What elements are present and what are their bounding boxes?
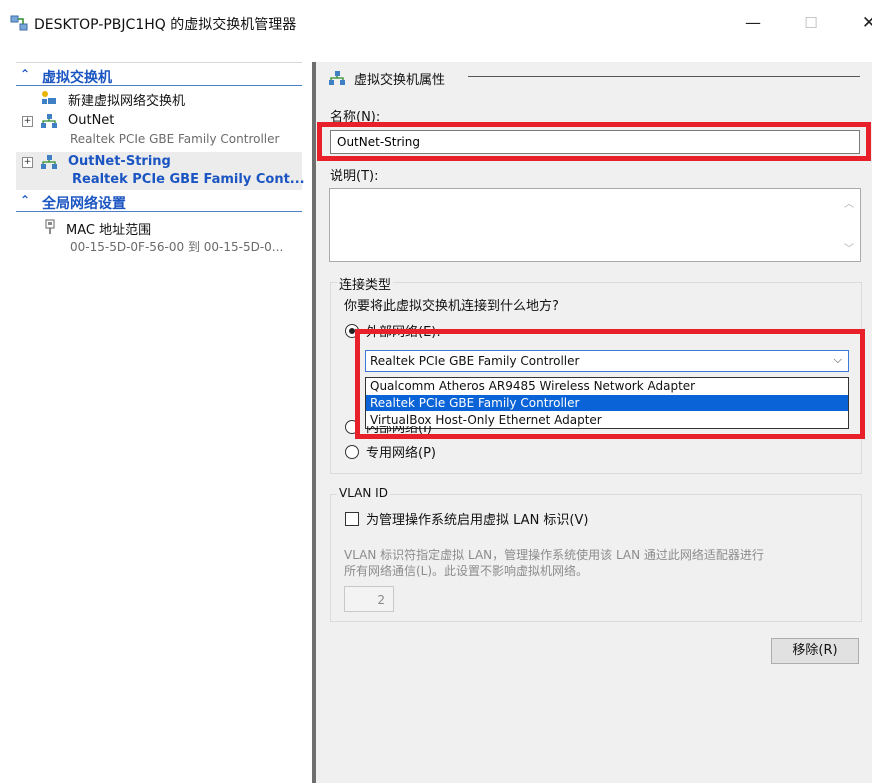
scroll-down-icon[interactable]: ﹀ [844, 240, 854, 255]
mac-address-range-item[interactable]: MAC 地址范围 00-15-5D-0F-56-00 到 00-15-5D-0.… [16, 217, 302, 257]
vlan-description: VLAN 标识符指定虚拟 LAN，管理操作系统使用该 LAN 通过此网络适配器进… [344, 548, 764, 562]
connection-question: 你要将此虚拟交换机连接到什么地方? [344, 299, 559, 314]
connection-type-title: 连接类型 [337, 274, 394, 293]
name-label: 名称(N): [330, 110, 381, 125]
private-network-label: 专用网络(P) [366, 446, 436, 461]
chevron-down-icon: ⌵ [833, 353, 842, 366]
vlan-title: VLAN ID [337, 486, 390, 500]
switch-manager-icon [10, 15, 28, 31]
virtual-switches-header[interactable]: ⌃ 虚拟交换机 [16, 67, 302, 86]
close-button[interactable]: ✕ [846, 8, 872, 38]
network-switch-icon [41, 114, 57, 128]
adapter-dropdown-list: Qualcomm Atheros AR9485 Wireless Network… [365, 377, 849, 429]
adapter-option[interactable]: VirtualBox Host-Only Ethernet Adapter [366, 412, 848, 428]
private-network-radio[interactable] [345, 445, 359, 459]
title-bar: DESKTOP-PBJC1HQ 的虚拟交换机管理器 — ☐ ✕ [0, 0, 872, 46]
adapter-dropdown[interactable]: Realtek PCIe GBE Family Controller ⌵ [365, 350, 849, 372]
minimize-button[interactable]: — [730, 8, 776, 38]
collapse-icon: ⌃ [20, 67, 31, 81]
navigation-pane: ⌃ 虚拟交换机 新建虚拟网络交换机 + OutNet Realtek PCIe … [16, 62, 305, 784]
tree-item-outnet-string[interactable]: + OutNet-String Realtek PCIe GBE Family … [16, 152, 305, 190]
vlan-checkbox-label: 为管理操作系统启用虚拟 LAN 标识(V) [366, 513, 589, 528]
name-input[interactable] [330, 130, 860, 154]
maximize-button[interactable]: ☐ [788, 8, 834, 38]
external-network-radio[interactable] [345, 324, 359, 338]
mac-address-icon [45, 219, 55, 234]
expand-icon[interactable]: + [22, 116, 33, 127]
new-switch-item[interactable]: 新建虚拟网络交换机 [16, 89, 302, 109]
notes-label: 说明(T): [330, 169, 379, 184]
external-network-label: 外部网络(E): [366, 325, 441, 340]
tree-item-outnet[interactable]: + OutNet Realtek PCIe GBE Family Control… [16, 111, 302, 151]
network-switch-icon [41, 155, 57, 169]
vlan-description: 所有网络通信(L)。此设置不影响虚拟机网络。 [344, 564, 589, 578]
network-switch-icon [329, 71, 345, 85]
properties-pane: 虚拟交换机属性 名称(N): 说明(T): ︿ ﹀ 连接类型 你要将此虚拟交换机… [316, 62, 872, 783]
notes-textarea[interactable]: ︿ ﹀ [329, 188, 861, 262]
section-title: 虚拟交换机属性 [354, 73, 446, 88]
remove-button[interactable]: 移除(R) [771, 638, 859, 664]
window-title: DESKTOP-PBJC1HQ 的虚拟交换机管理器 [34, 17, 297, 33]
divider [468, 76, 860, 77]
vlan-checkbox[interactable] [345, 512, 359, 526]
vlan-id-input[interactable]: 2 [344, 586, 394, 612]
new-switch-icon [42, 91, 56, 104]
expand-icon[interactable]: + [22, 157, 33, 168]
collapse-icon: ⌃ [20, 193, 31, 207]
adapter-option[interactable]: Realtek PCIe GBE Family Controller [366, 395, 848, 411]
internal-network-radio[interactable] [345, 420, 359, 434]
global-network-settings-header[interactable]: ⌃ 全局网络设置 [16, 193, 302, 212]
scroll-up-icon[interactable]: ︿ [844, 195, 854, 210]
adapter-option[interactable]: Qualcomm Atheros AR9485 Wireless Network… [366, 378, 848, 394]
